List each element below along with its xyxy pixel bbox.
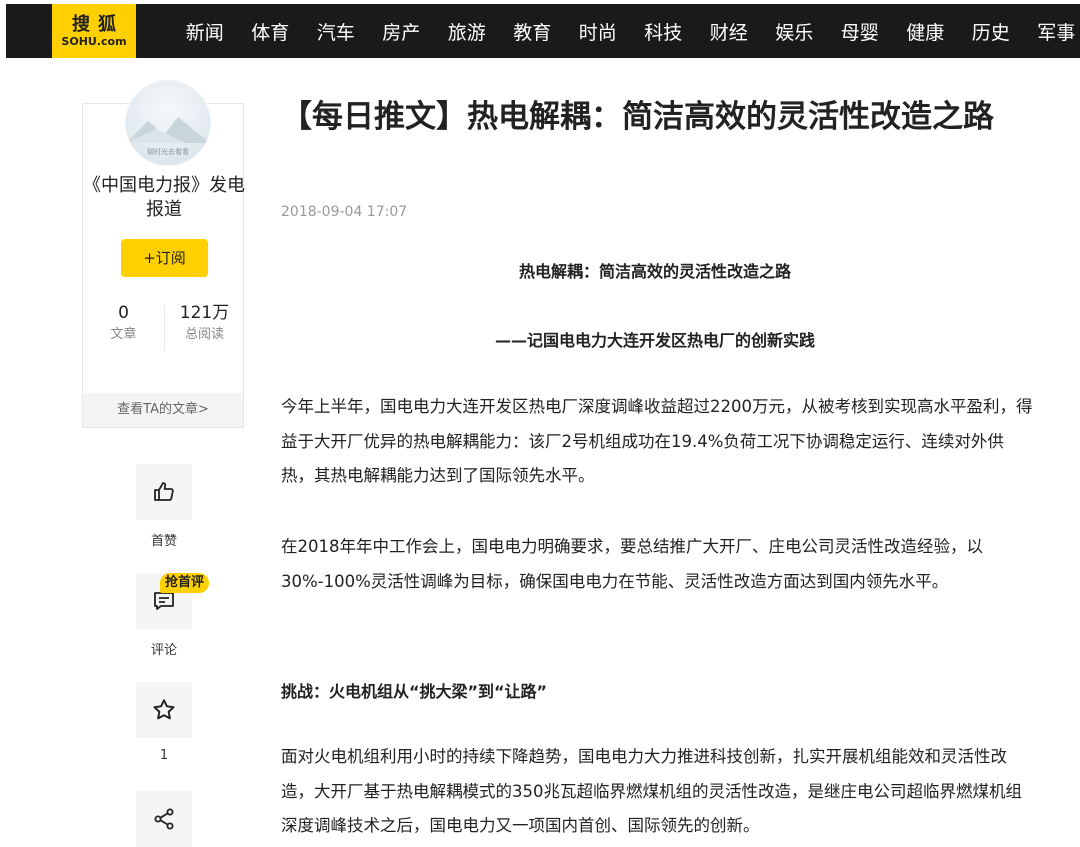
article-subheading: ——记国电电力大连开发区热电厂的创新实践 (281, 327, 1029, 351)
author-avatar[interactable]: 聊时光去看看 (125, 80, 211, 166)
sohu-logo[interactable]: 搜狐 SOHU.com (52, 4, 136, 58)
article-paragraph-1: 今年上半年，国电电力大连开发区热电厂深度调峰收益超过2200万元，从被考核到实现… (281, 390, 1033, 494)
first-comment-badge[interactable]: 抢首评 (160, 573, 209, 593)
favorite-count: 1 (136, 748, 192, 763)
stat-articles: 0 文章 (83, 302, 164, 344)
nav-item-health[interactable]: 健康 (893, 18, 959, 45)
nav-item-history[interactable]: 历史 (958, 18, 1024, 45)
nav-item-tech[interactable]: 科技 (631, 18, 697, 45)
nav-item-travel[interactable]: 旅游 (434, 18, 500, 45)
author-stats: 0 文章 121万 总阅读 (83, 302, 245, 352)
nav-item-entertainment[interactable]: 娱乐 (762, 18, 828, 45)
nav-item-fashion[interactable]: 时尚 (565, 18, 631, 45)
like-button[interactable] (136, 464, 192, 520)
logo-en: SOHU.com (61, 35, 126, 48)
nav-item-realestate[interactable]: 房产 (369, 18, 435, 45)
article-heading: 热电解耦：简洁高效的灵活性改造之路 (281, 258, 1029, 282)
subscribe-button[interactable]: +订阅 (121, 239, 208, 277)
favorite-action: 1 (136, 682, 192, 763)
star-icon (151, 697, 177, 723)
mountain-icon (126, 113, 210, 143)
share-icon (152, 807, 176, 831)
avatar-caption: 聊时光去看看 (126, 147, 210, 157)
comment-action: 抢首评 评论 (136, 573, 192, 658)
article-paragraph-3: 面对火电机组利用小时的持续下降趋势，国电电力大力推进科技创新，扎实开展机组能效和… (281, 740, 1033, 844)
nav-item-military[interactable]: 军事 (1024, 18, 1080, 45)
publish-date: 2018-09-04 17:07 (281, 204, 407, 220)
stat-reads-label: 总阅读 (164, 326, 245, 344)
stat-reads-value: 121万 (164, 302, 245, 324)
article-paragraph-2: 在2018年年中工作会上，国电电力明确要求，要总结推广大开厂、庄电公司灵活性改造… (281, 530, 1033, 599)
author-card: 聊时光去看看 《中国电力报》发电报道 +订阅 0 文章 121万 总阅读 查看T… (82, 103, 244, 428)
stat-reads: 121万 总阅读 (164, 302, 245, 344)
nav-item-education[interactable]: 教育 (500, 18, 566, 45)
stat-articles-label: 文章 (83, 326, 164, 344)
nav-item-news[interactable]: 新闻 (172, 18, 238, 45)
top-nav-bar: 搜狐 SOHU.com 新闻 体育 汽车 房产 旅游 教育 时尚 科技 财经 娱… (6, 4, 1080, 58)
nav-item-finance[interactable]: 财经 (696, 18, 762, 45)
logo-cn: 搜狐 (72, 15, 124, 35)
view-author-articles-link[interactable]: 查看TA的文章> (83, 393, 243, 427)
nav-item-auto[interactable]: 汽车 (303, 18, 369, 45)
share-action (136, 791, 192, 847)
nav-menu: 新闻 体育 汽车 房产 旅游 教育 时尚 科技 财经 娱乐 母婴 健康 历史 军… (172, 4, 1080, 58)
section-heading: 挑战：火电机组从“挑大梁”到“让路” (281, 678, 547, 702)
like-action: 首赞 (136, 464, 192, 549)
article-title: 【每日推文】热电解耦：简洁高效的灵活性改造之路 (281, 94, 1021, 140)
nav-item-baby[interactable]: 母婴 (827, 18, 893, 45)
stat-articles-value: 0 (83, 302, 164, 324)
like-label: 首赞 (136, 530, 192, 549)
share-button[interactable] (136, 791, 192, 847)
favorite-button[interactable] (136, 682, 192, 738)
nav-item-sports[interactable]: 体育 (238, 18, 304, 45)
comment-label: 评论 (136, 639, 192, 658)
thumbs-up-icon (152, 480, 176, 504)
author-name[interactable]: 《中国电力报》发电报道 (83, 174, 245, 222)
